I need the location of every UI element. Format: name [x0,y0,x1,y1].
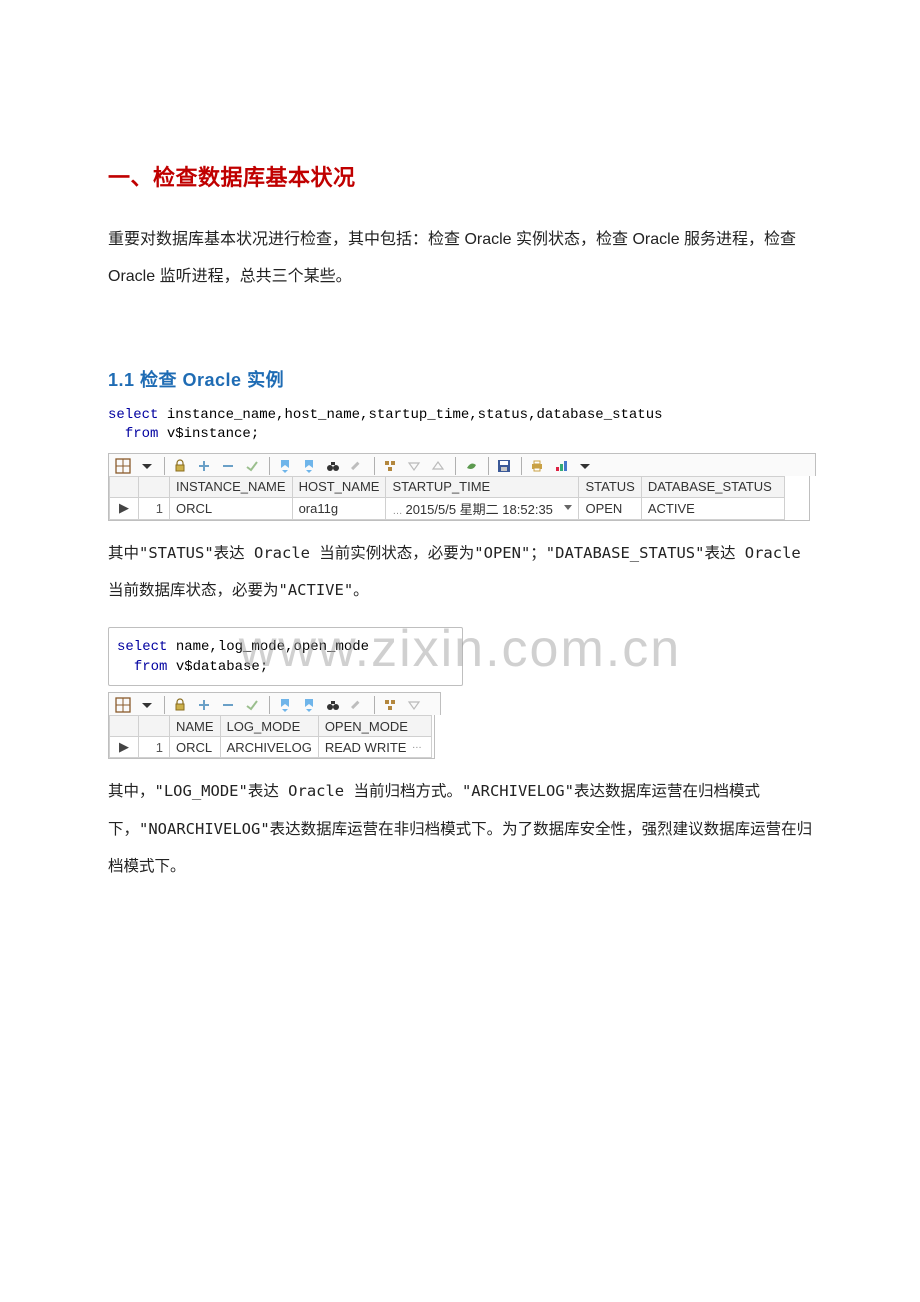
structure-icon[interactable] [379,456,401,476]
explain-paragraph-1: 其中"STATUS"表达 Oracle 当前实例状态，必要为"OPEN"；"DA… [108,535,820,609]
grid-icon[interactable] [112,456,134,476]
save-icon[interactable] [493,456,515,476]
cell-database-status[interactable]: ACTIVE [641,497,784,519]
bean-icon[interactable] [460,456,482,476]
cell-status[interactable]: OPEN [579,497,641,519]
grid-toolbar-1 [108,453,816,476]
column-header-status[interactable]: STATUS [579,476,641,497]
lock-icon[interactable] [169,695,191,715]
sql-keyword-from: from [125,426,159,442]
heading-2: 1.1 检查 Oracle 实例 [108,366,820,392]
triangle-down-icon[interactable] [403,695,425,715]
toolbar-separator [521,457,522,475]
row-marker-icon: ▶ [110,497,139,519]
grid-toolbar-2 [108,692,441,715]
toolbar-separator [164,457,165,475]
dropdown-arrow-icon[interactable] [574,456,596,476]
toolbar-separator [488,457,489,475]
sql-keyword-select: select [117,639,167,655]
cell-instance-name[interactable]: ORCL [170,497,293,519]
ellipsis-icon: … [412,740,422,751]
column-header-instance-name[interactable]: INSTANCE_NAME [170,476,293,497]
triangle-down-icon[interactable] [403,456,425,476]
binoculars-icon[interactable] [322,456,344,476]
sql-keyword-from: from [134,659,168,675]
bookmark-down-icon[interactable] [274,456,296,476]
ellipsis-icon: … [392,506,402,517]
check-icon[interactable] [241,695,263,715]
toolbar-separator [269,457,270,475]
column-header-host-name[interactable]: HOST_NAME [292,476,386,497]
minus-icon[interactable] [217,695,239,715]
intro-paragraph: 重要对数据库基本状况进行检查，其中包括：检查 Oracle 实例状态，检查 Or… [108,222,820,296]
table-row[interactable]: ▶ 1 ORCL ora11g …2015/5/5 星期二 18:52:35 O… [110,497,785,519]
lock-icon[interactable] [169,456,191,476]
sql-table: v$database; [167,659,268,675]
bookmark-down-icon-2[interactable] [298,456,320,476]
chart-icon[interactable] [550,456,572,476]
column-header-name[interactable]: NAME [170,716,221,737]
column-header-marker[interactable] [110,476,139,497]
cell-open-mode[interactable]: READ WRITE … [318,737,431,758]
binoculars-icon[interactable] [322,695,344,715]
column-header-marker[interactable] [110,716,139,737]
printer-icon[interactable] [526,456,548,476]
bookmark-down-icon-2[interactable] [298,695,320,715]
cell-host-name[interactable]: ora11g [292,497,386,519]
toolbar-separator [455,457,456,475]
plus-icon[interactable] [193,695,215,715]
triangle-up-icon[interactable] [427,456,449,476]
grid-icon[interactable] [112,695,134,715]
table-row[interactable]: ▶ 1 ORCL ARCHIVELOG READ WRITE … [110,737,432,758]
dropdown-arrow-icon[interactable] [136,456,158,476]
row-number: 1 [139,737,170,758]
cell-name[interactable]: ORCL [170,737,221,758]
column-header-database-status[interactable]: DATABASE_STATUS [641,476,784,497]
sql-columns: name,log_mode,open_mode [167,639,369,655]
toolbar-separator [374,457,375,475]
result-grid-2: NAME LOG_MODE OPEN_MODE ▶ 1 ORCL ARCHIVE… [108,715,435,759]
minus-icon[interactable] [217,456,239,476]
column-header-rownum[interactable] [139,716,170,737]
column-header-rownum[interactable] [139,476,170,497]
sql-columns: instance_name,host_name,startup_time,sta… [158,407,662,423]
cell-log-mode[interactable]: ARCHIVELOG [220,737,318,758]
sql-table: v$instance; [158,426,259,442]
column-header-log-mode[interactable]: LOG_MODE [220,716,318,737]
structure-icon[interactable] [379,695,401,715]
plus-icon[interactable] [193,456,215,476]
sql-block-2: select name,log_mode,open_mode from v$da… [108,627,463,686]
toolbar-separator [164,696,165,714]
dropdown-arrow-icon[interactable] [136,695,158,715]
check-icon[interactable] [241,456,263,476]
cell-open-mode-value: READ WRITE [325,740,407,755]
heading-1: 一、检查数据库基本状况 [108,160,820,192]
dropdown-arrow-icon[interactable] [564,505,572,510]
row-marker-icon: ▶ [110,737,139,758]
explain-paragraph-2: 其中，"LOG_MODE"表达 Oracle 当前归档方式。"ARCHIVELO… [108,773,820,885]
result-grid-1: INSTANCE_NAME HOST_NAME STARTUP_TIME STA… [108,476,810,521]
row-number: 1 [139,497,170,519]
bookmark-down-icon[interactable] [274,695,296,715]
sql-keyword-select: select [108,407,158,423]
cell-startup-time[interactable]: …2015/5/5 星期二 18:52:35 [386,497,579,519]
cell-startup-time-value: 2015/5/5 星期二 18:52:35 [405,502,552,517]
column-header-open-mode[interactable]: OPEN_MODE [318,716,431,737]
toolbar-separator [374,696,375,714]
table-header-row: INSTANCE_NAME HOST_NAME STARTUP_TIME STA… [110,476,785,497]
sql-block-1: select instance_name,host_name,startup_t… [108,404,820,447]
pencil-icon[interactable] [346,456,368,476]
toolbar-separator [269,696,270,714]
column-header-startup-time[interactable]: STARTUP_TIME [386,476,579,497]
table-header-row: NAME LOG_MODE OPEN_MODE [110,716,432,737]
pencil-icon[interactable] [346,695,368,715]
